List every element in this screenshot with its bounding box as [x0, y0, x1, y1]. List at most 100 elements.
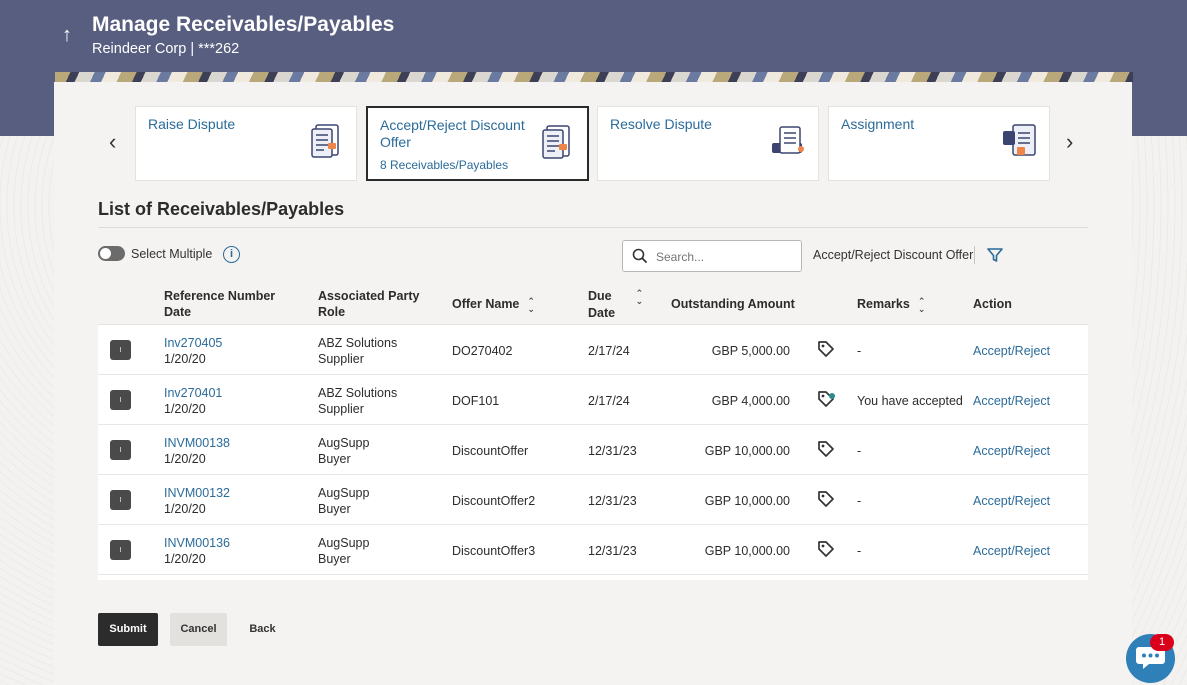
tile-resolve-dispute[interactable]: Resolve Dispute — [597, 106, 819, 181]
table-row: Inv270405 1/20/20 ABZ Solutions Supplier… — [98, 325, 1088, 375]
tile-raise-dispute[interactable]: Raise Dispute — [135, 106, 357, 181]
document-stack-icon — [772, 126, 804, 154]
outstanding-amount: GBP 10,000.00 — [704, 444, 790, 458]
back-button[interactable]: Back — [240, 613, 285, 646]
tile-title: Resolve Dispute — [610, 116, 712, 132]
reference-number-link[interactable]: Inv270405 — [164, 335, 222, 351]
invoice-date: 1/20/20 — [164, 352, 206, 366]
column-action: Action — [973, 297, 1012, 311]
list-title: List of Receivables/Payables — [98, 199, 345, 219]
column-associated-party: Associated Party Role — [318, 289, 420, 319]
submit-button[interactable]: Submit — [98, 613, 158, 646]
due-date: 12/31/23 — [588, 444, 637, 458]
invoice-date: 1/20/20 — [164, 502, 206, 516]
reference-number-link[interactable]: INVM00132 — [164, 485, 230, 501]
row-select-checkbox[interactable] — [110, 490, 131, 510]
party-role: Supplier — [318, 352, 364, 366]
remarks: - — [857, 344, 862, 358]
carousel-next-icon[interactable]: › — [1066, 131, 1073, 153]
outstanding-amount: GBP 4,000.00 — [711, 394, 790, 408]
row-select-checkbox[interactable] — [110, 540, 131, 560]
search-input[interactable] — [656, 247, 796, 267]
accept-reject-link[interactable]: Accept/Reject — [973, 393, 1050, 409]
row-select-checkbox[interactable] — [110, 390, 131, 410]
table-header: Reference Number Date Associated Party Rol… — [98, 282, 1088, 325]
accept-reject-link[interactable]: Accept/Reject — [973, 443, 1050, 459]
remarks: You have accepted — [857, 394, 963, 408]
cancel-button[interactable]: Cancel — [170, 613, 227, 646]
search-field[interactable] — [622, 240, 802, 272]
invoice-date: 1/20/20 — [164, 402, 206, 416]
due-date: 2/17/24 — [588, 344, 630, 358]
sort-icon[interactable]: ⌃ ⌄ — [636, 288, 644, 305]
reference-number-link[interactable]: INVM00138 — [164, 435, 230, 451]
party-role: Supplier — [318, 402, 364, 416]
filter-icon[interactable] — [986, 246, 1004, 264]
accept-reject-link[interactable]: Accept/Reject — [973, 493, 1050, 509]
select-multiple-toggle[interactable] — [98, 246, 125, 261]
invoice-date: 1/20/20 — [164, 452, 206, 466]
page-subtitle: Reindeer Corp | ***262 — [92, 41, 240, 57]
invoice-date: 1/20/20 — [164, 552, 206, 566]
header-decorative-stripe — [55, 72, 1133, 82]
discount-tag-icon[interactable] — [816, 489, 836, 509]
table-row: Inv270401 1/20/20 ABZ Solutions Supplier… — [98, 375, 1088, 425]
tile-title: Accept/Reject Discount Offer — [380, 117, 525, 150]
sort-icon[interactable]: ⌃ ⌄ — [918, 296, 926, 313]
offer-name: DO270402 — [452, 344, 513, 358]
column-remarks[interactable]: Remarks ⌃ ⌄ — [857, 296, 925, 313]
column-reference-number: Reference Number Date — [164, 289, 276, 319]
offer-name: DiscountOffer3 — [452, 544, 536, 558]
party-role: Buyer — [318, 452, 351, 466]
remarks: - — [857, 444, 862, 458]
due-date: 12/31/23 — [588, 494, 637, 508]
remarks: - — [857, 494, 862, 508]
offer-name: DOF101 — [452, 394, 500, 408]
document-list-icon — [542, 125, 570, 159]
filter-divider — [974, 246, 975, 264]
party-role: Buyer — [318, 502, 351, 516]
page-title: Manage Receivables/Payables — [92, 13, 395, 36]
notification-badge: 1 — [1150, 634, 1174, 651]
outstanding-amount: GBP 10,000.00 — [704, 494, 790, 508]
tile-count: 8 Receivables/Payables — [380, 158, 509, 172]
discount-tag-icon[interactable] — [816, 439, 836, 459]
tile-title: Assignment — [841, 116, 915, 132]
associated-party: AugSupp — [318, 536, 370, 550]
column-outstanding-amount: Outstanding Amount — [671, 297, 795, 311]
reference-number-link[interactable]: INVM00136 — [164, 535, 230, 551]
row-select-checkbox[interactable] — [110, 340, 131, 360]
row-select-checkbox[interactable] — [110, 440, 131, 460]
outstanding-amount: GBP 5,000.00 — [711, 344, 790, 358]
accept-reject-link[interactable]: Accept/Reject — [973, 343, 1050, 359]
tile-assignment[interactable]: Assignment — [828, 106, 1050, 181]
info-icon[interactable]: i — [223, 246, 240, 263]
reference-number-link[interactable]: Inv270401 — [164, 385, 222, 401]
discount-tag-icon[interactable] — [816, 339, 836, 359]
outstanding-amount: GBP 10,000.00 — [704, 544, 790, 558]
tile-accept-reject-discount-offer[interactable]: Accept/Reject Discount Offer 8 Receivabl… — [366, 106, 589, 181]
discount-tag-icon[interactable] — [816, 539, 836, 559]
remarks: - — [857, 544, 862, 558]
offer-name: DiscountOffer2 — [452, 494, 536, 508]
document-assign-icon — [1003, 124, 1036, 156]
sort-icon[interactable]: ⌃ ⌄ — [527, 296, 535, 313]
due-date: 2/17/24 — [588, 394, 630, 408]
section-divider — [98, 227, 1088, 228]
select-multiple-label: Select Multiple — [131, 247, 213, 261]
document-list-icon — [311, 124, 339, 158]
due-date: 12/31/23 — [588, 544, 637, 558]
associated-party: AugSupp — [318, 486, 370, 500]
column-offer-name[interactable]: Offer Name ⌃ ⌄ — [452, 296, 535, 313]
discount-tag-accepted-icon[interactable] — [816, 389, 836, 409]
back-arrow-icon[interactable]: ↑ — [62, 24, 72, 47]
receivables-table: Reference Number Date Associated Party Rol… — [98, 282, 1088, 580]
tile-title: Raise Dispute — [148, 116, 236, 132]
carousel-prev-icon[interactable]: ‹ — [109, 131, 116, 153]
accept-reject-link[interactable]: Accept/Reject — [973, 543, 1050, 559]
party-role: Buyer — [318, 552, 351, 566]
associated-party: AugSupp — [318, 436, 370, 450]
filter-label: Accept/Reject Discount Offer — [813, 248, 974, 262]
associated-party: ABZ Solutions — [318, 336, 398, 350]
column-due-date[interactable]: Due ⌃ ⌄ Date — [588, 288, 643, 321]
